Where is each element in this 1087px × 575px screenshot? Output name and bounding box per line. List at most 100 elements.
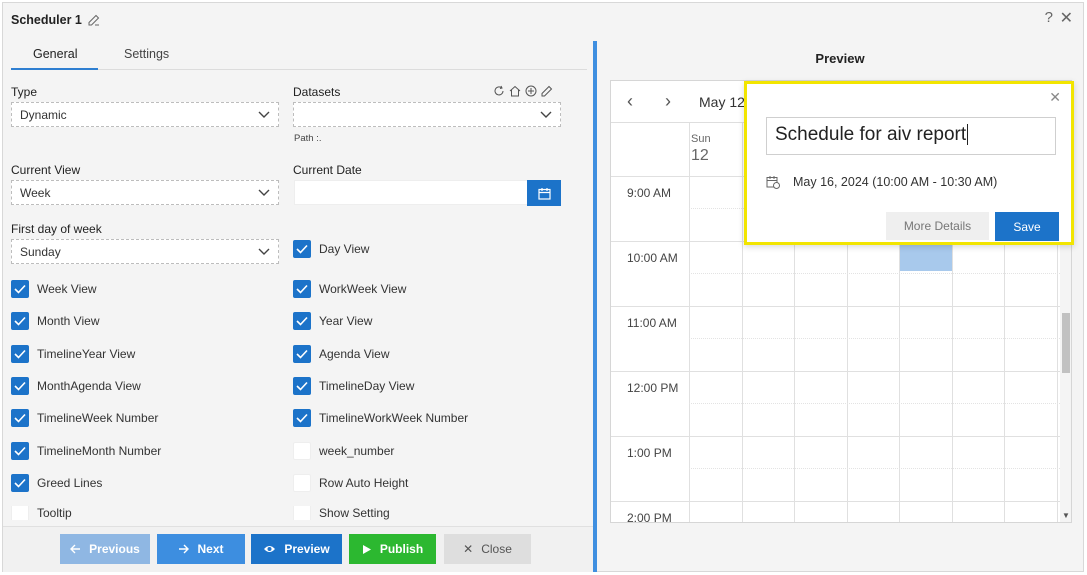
checkbox-label: TimelineMonth Number bbox=[37, 444, 162, 458]
edit-dataset-icon[interactable] bbox=[541, 85, 553, 97]
checkbox[interactable] bbox=[11, 409, 29, 427]
check-icon bbox=[14, 413, 26, 423]
previous-button[interactable]: Previous bbox=[60, 534, 150, 564]
preview-button[interactable]: Preview bbox=[251, 534, 342, 564]
checkbox-label: Row Auto Height bbox=[319, 476, 409, 490]
previous-label: Previous bbox=[89, 542, 140, 556]
checkbox[interactable] bbox=[11, 312, 29, 330]
dataset-actions bbox=[493, 85, 553, 97]
checkbox-row[interactable]: Week View bbox=[11, 280, 97, 298]
checkbox-row[interactable]: TimelineMonth Number bbox=[11, 442, 161, 460]
checkbox-row[interactable]: TimelineWorkWeek Number bbox=[293, 409, 468, 427]
close-button[interactable]: ✕ Close bbox=[444, 534, 531, 564]
scroll-thumb[interactable] bbox=[1062, 313, 1070, 373]
more-details-button[interactable]: More Details bbox=[886, 212, 989, 240]
pane-splitter[interactable] bbox=[593, 41, 597, 572]
refresh-icon[interactable] bbox=[493, 85, 505, 97]
next-period-icon[interactable]: › bbox=[665, 91, 671, 112]
check-icon bbox=[296, 284, 308, 294]
tab-general[interactable]: General bbox=[33, 47, 77, 61]
checkbox-row[interactable]: TimelineYear View bbox=[11, 345, 135, 363]
current-date-input[interactable] bbox=[294, 180, 530, 205]
checkbox-row[interactable]: Greed Lines bbox=[11, 474, 102, 492]
close-x-icon: ✕ bbox=[463, 542, 474, 556]
calendar-clock-icon bbox=[766, 176, 780, 189]
checkbox[interactable] bbox=[293, 442, 311, 460]
checkbox-row[interactable]: TimelineWeek Number bbox=[11, 409, 158, 427]
save-button[interactable]: Save bbox=[995, 212, 1059, 241]
arrow-right-icon bbox=[179, 544, 190, 554]
day-header[interactable]: Sun 12 bbox=[691, 133, 711, 165]
checkbox[interactable] bbox=[11, 345, 29, 363]
checkbox-row[interactable]: week_number bbox=[293, 442, 394, 460]
home-icon[interactable] bbox=[509, 85, 521, 97]
datasets-label: Datasets bbox=[293, 85, 341, 99]
checkbox[interactable] bbox=[293, 506, 311, 520]
check-icon bbox=[296, 413, 308, 423]
next-button[interactable]: Next bbox=[157, 534, 245, 564]
popup-close-icon[interactable]: ✕ bbox=[1049, 89, 1061, 106]
checkbox-row[interactable]: TimelineDay View bbox=[293, 377, 414, 395]
quick-event-popup: ✕ Schedule for aiv report May 16, 2024 (… bbox=[744, 81, 1074, 245]
checkbox-row[interactable]: Row Auto Height bbox=[293, 474, 408, 492]
window-title-text: Scheduler 1 bbox=[11, 13, 82, 27]
checkbox[interactable] bbox=[293, 345, 311, 363]
checkbox-label: MonthAgenda View bbox=[37, 379, 141, 393]
datasets-select[interactable] bbox=[293, 102, 561, 127]
checkbox-row[interactable]: WorkWeek View bbox=[293, 280, 406, 298]
preview-label: Preview bbox=[284, 542, 330, 556]
scroll-down-icon[interactable]: ▼ bbox=[1062, 511, 1070, 520]
checkbox[interactable] bbox=[293, 280, 311, 298]
checkbox[interactable] bbox=[293, 409, 311, 427]
close-icon[interactable]: ✕ bbox=[1060, 8, 1073, 28]
prev-period-icon[interactable]: ‹ bbox=[627, 91, 633, 112]
checkbox-row[interactable]: Show Setting bbox=[293, 506, 390, 520]
checkbox-row[interactable]: Tooltip bbox=[11, 506, 72, 520]
time-slot-label: 9:00 AM bbox=[627, 186, 672, 200]
help-icon[interactable]: ? bbox=[1045, 9, 1053, 26]
half-hour-line bbox=[689, 468, 1060, 469]
checkbox[interactable] bbox=[11, 506, 29, 520]
selected-time-cell[interactable] bbox=[900, 241, 952, 271]
current-date-label: Current Date bbox=[293, 163, 362, 177]
checkbox-label: Show Setting bbox=[319, 506, 390, 520]
first-day-select[interactable]: Sunday bbox=[11, 239, 279, 264]
checkbox[interactable] bbox=[293, 474, 311, 492]
checkbox-label: WorkWeek View bbox=[319, 282, 407, 296]
checkbox-row[interactable]: Month View bbox=[11, 312, 99, 330]
edit-icon[interactable] bbox=[88, 14, 100, 26]
checkbox-row[interactable]: Day View bbox=[293, 240, 369, 258]
checkbox-row[interactable]: MonthAgenda View bbox=[11, 377, 141, 395]
subject-value: Schedule for aiv report bbox=[775, 124, 967, 145]
checkbox[interactable] bbox=[11, 442, 29, 460]
scheduler-window: Scheduler 1 ? ✕ General Settings Type Dy… bbox=[2, 2, 1084, 572]
checkbox[interactable] bbox=[293, 312, 311, 330]
calendar-button[interactable] bbox=[527, 180, 561, 206]
tab-settings[interactable]: Settings bbox=[124, 47, 169, 61]
checkbox[interactable] bbox=[11, 474, 29, 492]
type-select-value: Dynamic bbox=[20, 108, 67, 122]
checkbox[interactable] bbox=[11, 280, 29, 298]
publish-button[interactable]: Publish bbox=[349, 534, 436, 564]
checkbox-label: Agenda View bbox=[319, 347, 390, 361]
active-tab-indicator bbox=[11, 68, 98, 70]
preview-title: Preview bbox=[815, 51, 865, 66]
text-caret bbox=[967, 124, 969, 145]
current-view-select[interactable]: Week bbox=[11, 180, 279, 205]
hour-line bbox=[611, 371, 1060, 372]
checkbox-row[interactable]: Agenda View bbox=[293, 345, 390, 363]
arrow-left-icon bbox=[70, 544, 81, 554]
checkbox[interactable] bbox=[293, 377, 311, 395]
grid-column-line bbox=[689, 123, 690, 522]
chevron-down-icon bbox=[258, 189, 270, 196]
check-icon bbox=[296, 381, 308, 391]
checkbox-row[interactable]: Year View bbox=[293, 312, 372, 330]
type-select[interactable]: Dynamic bbox=[11, 102, 279, 127]
checkbox[interactable] bbox=[11, 377, 29, 395]
check-icon bbox=[14, 284, 26, 294]
scheduler-date-range[interactable]: May 12 bbox=[699, 94, 745, 110]
calendar-icon bbox=[537, 187, 551, 200]
checkbox[interactable] bbox=[293, 240, 311, 258]
add-icon[interactable] bbox=[525, 85, 537, 97]
subject-input[interactable]: Schedule for aiv report bbox=[766, 117, 1056, 155]
